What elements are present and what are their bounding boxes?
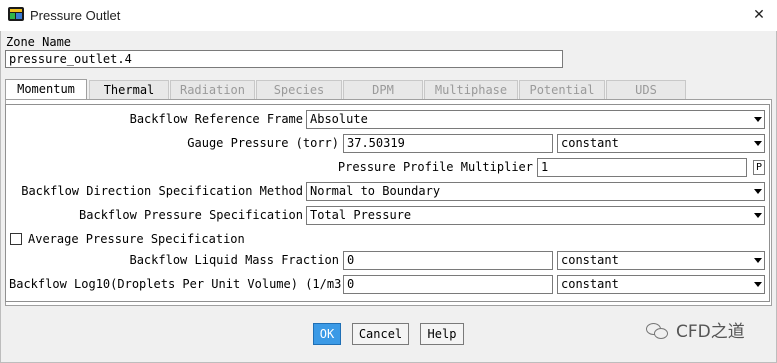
chevron-down-icon bbox=[754, 117, 762, 122]
chevron-down-icon bbox=[754, 258, 762, 263]
zone-name-label: Zone Name bbox=[6, 35, 72, 49]
chevron-down-icon bbox=[754, 282, 762, 287]
chevron-down-icon bbox=[754, 213, 762, 218]
tab-uds: UDS bbox=[606, 80, 686, 99]
liquid-mass-fraction-method-dropdown[interactable]: constant bbox=[557, 251, 765, 270]
average-pressure-label: Average Pressure Specification bbox=[28, 232, 245, 246]
liquid-mass-fraction-input[interactable]: 0 bbox=[343, 251, 553, 270]
log10-droplets-label: Backflow Log10(Droplets Per Unit Volume)… bbox=[9, 277, 349, 291]
backflow-ref-frame-label: Backflow Reference Frame bbox=[129, 112, 303, 126]
backflow-pressure-spec-label: Backflow Pressure Specification bbox=[79, 208, 303, 222]
backflow-ref-frame-value: Absolute bbox=[310, 112, 368, 126]
tab-momentum[interactable]: Momentum bbox=[5, 79, 87, 100]
log10-droplets-method-value: constant bbox=[561, 277, 619, 291]
liquid-mass-fraction-method-value: constant bbox=[561, 253, 619, 267]
tab-radiation: Radiation bbox=[170, 80, 255, 99]
backflow-ref-frame-dropdown[interactable]: Absolute bbox=[306, 110, 765, 129]
zone-name-input[interactable] bbox=[5, 50, 563, 68]
profile-multiplier-label: Pressure Profile Multiplier bbox=[337, 160, 533, 174]
window-title: Pressure Outlet bbox=[30, 8, 121, 23]
help-button[interactable]: Help bbox=[420, 323, 464, 345]
ok-button[interactable]: OK bbox=[313, 323, 341, 345]
watermark: CFD之道 bbox=[646, 317, 745, 342]
tab-thermal[interactable]: Thermal bbox=[89, 80, 169, 99]
backflow-pressure-spec-value: Total Pressure bbox=[310, 208, 412, 222]
gauge-pressure-label: Gauge Pressure (torr) bbox=[187, 136, 339, 150]
tab-dpm: DPM bbox=[343, 80, 423, 99]
chevron-down-icon bbox=[754, 141, 762, 146]
close-icon[interactable]: ✕ bbox=[745, 2, 773, 28]
chevron-down-icon bbox=[754, 189, 762, 194]
average-pressure-checkbox[interactable] bbox=[10, 233, 22, 245]
log10-droplets-input[interactable]: 0 bbox=[343, 275, 553, 294]
watermark-text: CFD之道 bbox=[676, 322, 745, 342]
parameter-button[interactable]: P bbox=[753, 160, 765, 175]
backflow-direction-label: Backflow Direction Specification Method bbox=[21, 184, 303, 198]
tab-potential: Potential bbox=[519, 80, 605, 99]
backflow-direction-dropdown[interactable]: Normal to Boundary bbox=[306, 182, 765, 201]
tab-multiphase: Multiphase bbox=[424, 80, 518, 99]
wechat-icon bbox=[646, 321, 668, 339]
title-bar: Pressure Outlet ✕ bbox=[0, 0, 777, 31]
gauge-pressure-method-value: constant bbox=[561, 136, 619, 150]
gauge-pressure-input[interactable]: 37.50319 bbox=[343, 134, 553, 153]
app-icon bbox=[8, 7, 24, 21]
backflow-direction-value: Normal to Boundary bbox=[310, 184, 441, 198]
profile-multiplier-input[interactable]: 1 bbox=[537, 158, 747, 177]
tab-species: Species bbox=[256, 80, 342, 99]
log10-droplets-method-dropdown[interactable]: constant bbox=[557, 275, 765, 294]
liquid-mass-fraction-label: Backflow Liquid Mass Fraction bbox=[129, 253, 339, 267]
backflow-pressure-spec-dropdown[interactable]: Total Pressure bbox=[306, 206, 765, 225]
cancel-button[interactable]: Cancel bbox=[352, 323, 409, 345]
gauge-pressure-method-dropdown[interactable]: constant bbox=[557, 134, 765, 153]
